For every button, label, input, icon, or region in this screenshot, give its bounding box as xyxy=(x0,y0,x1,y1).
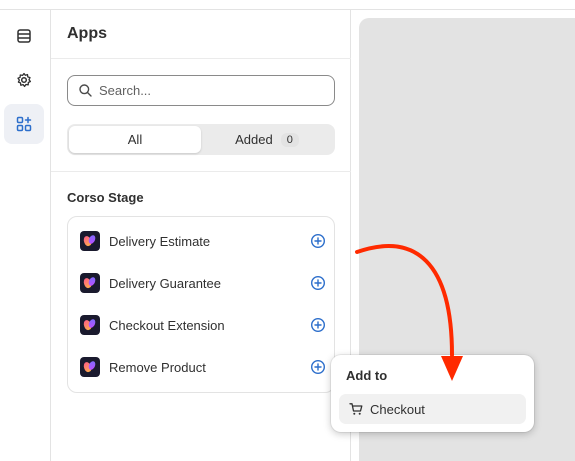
section-title: Corso Stage xyxy=(67,190,144,205)
apps-icon xyxy=(16,116,32,132)
search-field[interactable] xyxy=(67,75,335,106)
left-rail xyxy=(0,10,51,461)
app-name: Delivery Guarantee xyxy=(109,275,221,291)
popover-title: Add to xyxy=(346,368,388,383)
popover-item-label: Checkout xyxy=(370,401,425,417)
sections-icon xyxy=(17,29,31,43)
app-list: Delivery Estimate Delivery Guarantee Che… xyxy=(67,216,335,393)
app-name: Remove Product xyxy=(109,359,206,375)
divider xyxy=(51,171,351,172)
top-bar xyxy=(0,0,575,10)
app-item-remove-product[interactable]: Remove Product xyxy=(80,356,326,378)
gear-icon xyxy=(17,72,32,88)
search-icon xyxy=(79,84,92,97)
app-logo-icon xyxy=(80,231,100,251)
rail-settings-button[interactable] xyxy=(4,60,44,100)
cart-icon xyxy=(349,403,363,415)
search-input[interactable] xyxy=(99,83,319,98)
app-name: Delivery Estimate xyxy=(109,233,211,249)
filter-segmented-control: All Added 0 xyxy=(67,124,335,155)
app-logo-icon xyxy=(80,273,100,293)
app-logo-icon xyxy=(80,315,100,335)
rail-sections-button[interactable] xyxy=(4,16,44,56)
apps-panel: Apps All Added 0 Corso Stage Delivery Es… xyxy=(51,10,351,461)
tab-added-label: Added xyxy=(235,132,273,147)
divider xyxy=(51,58,351,59)
app-name: Checkout Extension xyxy=(109,317,225,333)
added-count-badge: 0 xyxy=(280,132,299,147)
app-item-delivery-guarantee[interactable]: Delivery Guarantee xyxy=(80,272,326,294)
app-logo-icon xyxy=(80,357,100,377)
app-item-checkout-extension[interactable]: Checkout Extension xyxy=(80,314,326,336)
tab-added[interactable]: Added 0 xyxy=(201,126,333,153)
add-circle-icon[interactable] xyxy=(310,275,326,291)
panel-title: Apps xyxy=(67,25,107,42)
add-to-checkout-option[interactable]: Checkout xyxy=(339,394,526,424)
add-circle-icon[interactable] xyxy=(310,359,326,375)
add-circle-icon[interactable] xyxy=(310,233,326,249)
add-to-popover: Add to Checkout xyxy=(331,355,534,432)
app-item-delivery-estimate[interactable]: Delivery Estimate xyxy=(80,230,326,252)
tab-all[interactable]: All xyxy=(69,126,201,153)
rail-apps-button[interactable] xyxy=(4,104,44,144)
tab-all-label: All xyxy=(127,132,143,147)
add-circle-icon[interactable] xyxy=(310,317,326,333)
